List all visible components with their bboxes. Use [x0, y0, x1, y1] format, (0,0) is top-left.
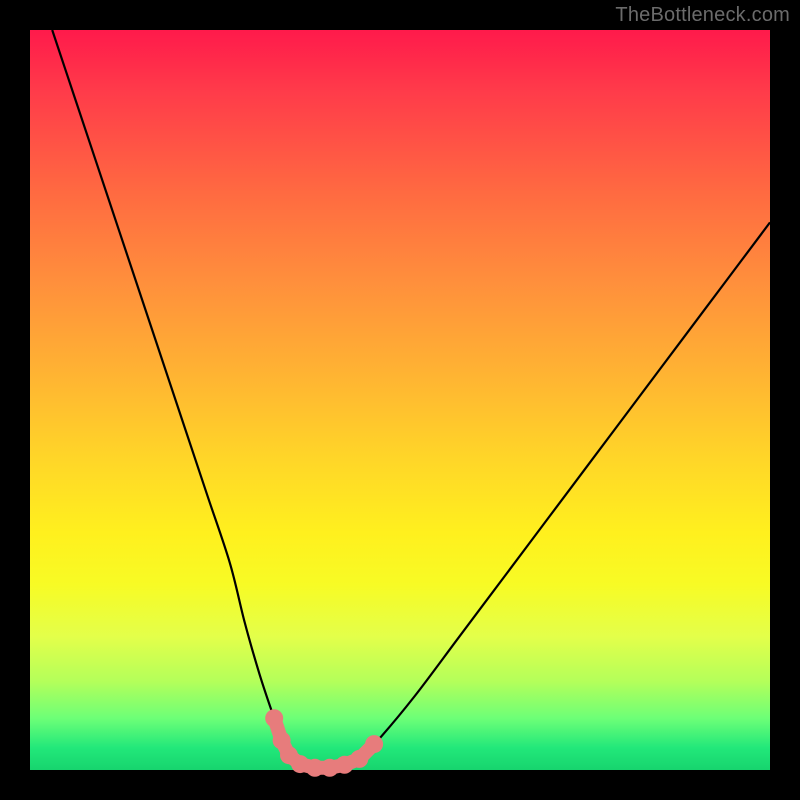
watermark-text: TheBottleneck.com — [615, 4, 790, 27]
highlight-trough — [265, 709, 383, 777]
highlight-dot — [321, 759, 339, 777]
highlight-dot — [265, 709, 283, 727]
highlight-dot — [365, 735, 383, 753]
plot-area — [30, 30, 770, 770]
curve-svg — [30, 30, 770, 770]
chart-frame: TheBottleneck.com — [0, 0, 800, 800]
bottleneck-curve — [52, 30, 770, 771]
highlight-dot — [350, 750, 368, 768]
